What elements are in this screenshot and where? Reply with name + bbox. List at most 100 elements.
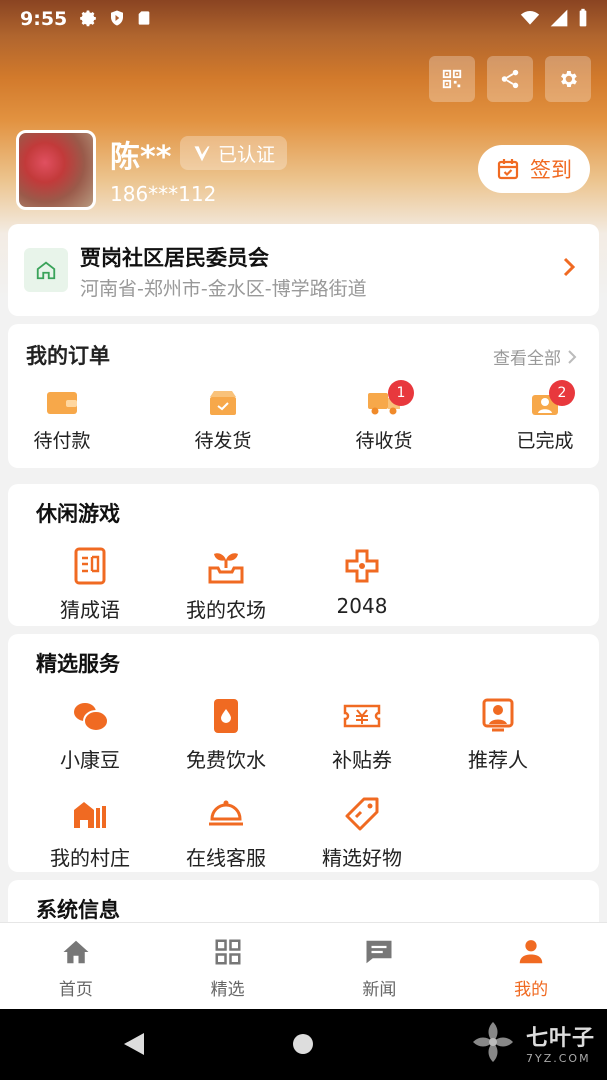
games-card: 休闲游戏 猜成语 我的农场 2048: [8, 484, 599, 626]
idiom-book-icon: [74, 547, 106, 585]
signin-button[interactable]: 签到: [478, 145, 590, 193]
signin-label: 签到: [530, 158, 572, 182]
community-address: 河南省-郑州市-金水区-博学路街道: [80, 278, 367, 300]
view-all-orders-link[interactable]: 查看全部: [493, 344, 577, 369]
service-beans[interactable]: 小康豆: [22, 696, 158, 773]
system-info-title: 系统信息: [36, 898, 120, 922]
game-label: 猜成语: [60, 598, 120, 622]
services-card: 精选服务 小康豆 免费饮水 补贴券 推荐人 我的村庄 在线客服 精选好物: [8, 634, 599, 872]
qrcode-icon: [442, 69, 462, 89]
grid-icon: [215, 939, 241, 965]
user-phone: 186***112: [110, 182, 217, 206]
watermark-brand: 七叶子: [525, 1025, 595, 1051]
order-label: 待发货: [194, 430, 252, 452]
share-button[interactable]: [487, 56, 533, 102]
nav-home[interactable]: 首页: [0, 923, 152, 1009]
order-label: 已完成: [516, 430, 574, 452]
gamepad-icon: [345, 549, 379, 583]
package-icon: [210, 391, 236, 415]
watermark-logo-icon: [472, 1022, 513, 1062]
service-water[interactable]: 免费饮水: [158, 696, 294, 773]
order-badge: 1: [388, 380, 414, 406]
battery-icon: [579, 8, 587, 27]
order-label: 待付款: [33, 430, 91, 452]
game-label: 我的农场: [186, 598, 266, 622]
nav-news[interactable]: 新闻: [304, 923, 456, 1009]
order-pending-receipt[interactable]: 1 待收货: [324, 380, 444, 453]
avatar[interactable]: [16, 130, 96, 210]
person-icon: [519, 940, 543, 964]
service-bell-icon: [209, 800, 243, 826]
gear-icon: [561, 71, 577, 87]
status-bar: 9:55: [0, 0, 607, 36]
bottom-nav: 首页 精选 新闻 我的: [0, 922, 607, 1009]
service-village[interactable]: 我的村庄: [22, 794, 158, 871]
nav-featured[interactable]: 精选: [152, 923, 304, 1009]
game-idiom[interactable]: 猜成语: [22, 546, 158, 623]
sprout-icon: [208, 553, 244, 584]
shield-status-icon: [111, 10, 123, 26]
game-farm[interactable]: 我的农场: [158, 546, 294, 623]
service-label: 小康豆: [60, 748, 120, 772]
order-badge: 2: [549, 380, 575, 406]
service-coupon[interactable]: 补贴券: [294, 696, 430, 773]
chevron-right-icon: [563, 257, 576, 277]
game-label: 2048: [336, 594, 388, 618]
order-pending-shipment[interactable]: 待发货: [163, 388, 283, 453]
beans-icon: [74, 703, 109, 732]
system-nav-bar: 七叶子 7YZ.COM: [0, 1009, 607, 1080]
service-featured-goods[interactable]: 精选好物: [294, 794, 430, 871]
service-label: 在线客服: [186, 846, 266, 870]
wifi-icon: [520, 11, 540, 25]
service-customer-support[interactable]: 在线客服: [158, 794, 294, 871]
share-icon: [501, 69, 519, 89]
watermark: 七叶子 7YZ.COM: [468, 1017, 595, 1067]
orders-card: 我的订单 查看全部 待付款 待发货 1 待收货 2 已完成: [8, 324, 599, 468]
verified-check-icon: [194, 146, 210, 162]
coupon-icon: [343, 704, 381, 728]
service-label: 精选好物: [322, 846, 402, 870]
back-nav-icon[interactable]: [122, 1031, 146, 1057]
header-actions: [429, 56, 591, 102]
news-icon: [366, 940, 392, 964]
home-icon: [63, 940, 89, 964]
order-completed[interactable]: 2 已完成: [485, 380, 605, 453]
settings-button[interactable]: [545, 56, 591, 102]
qrcode-button[interactable]: [429, 56, 475, 102]
user-name: 陈**: [110, 140, 172, 175]
game-2048[interactable]: 2048: [294, 546, 430, 618]
services-title: 精选服务: [36, 652, 120, 676]
home-nav-icon[interactable]: [292, 1033, 314, 1055]
view-all-label: 查看全部: [493, 349, 561, 369]
watermark-domain: 7YZ.COM: [525, 1051, 591, 1065]
tag-icon: [345, 797, 379, 831]
signal-icon: [550, 9, 568, 27]
community-home-icon: [24, 248, 68, 292]
sd-card-icon: [138, 11, 150, 25]
wallet-icon: [47, 392, 77, 414]
nav-label: 首页: [58, 980, 93, 1000]
community-name: 贾岗社区居民委员会: [80, 246, 269, 270]
games-title: 休闲游戏: [36, 502, 120, 526]
nav-mine[interactable]: 我的: [455, 923, 607, 1009]
referrer-icon: [482, 698, 514, 732]
nav-label: 精选: [210, 980, 245, 1000]
verified-label: 已认证: [218, 143, 276, 166]
calendar-check-icon: [497, 159, 519, 180]
order-pending-payment[interactable]: 待付款: [2, 388, 122, 453]
community-card[interactable]: 贾岗社区居民委员会 河南省-郑州市-金水区-博学路街道: [8, 224, 599, 316]
service-referrer[interactable]: 推荐人: [430, 696, 566, 773]
order-label: 待收货: [355, 430, 413, 452]
status-time: 9:55: [20, 8, 68, 30]
service-label: 补贴券: [332, 748, 392, 772]
settings-status-icon: [80, 10, 96, 27]
service-label: 我的村庄: [50, 846, 130, 870]
village-icon: [74, 802, 106, 828]
service-label: 推荐人: [468, 748, 528, 772]
service-label: 免费饮水: [186, 748, 266, 772]
water-icon: [214, 699, 238, 733]
nav-label: 我的: [514, 980, 549, 1000]
nav-label: 新闻: [362, 980, 397, 1000]
verified-badge: 已认证: [180, 136, 288, 170]
orders-title: 我的订单: [26, 344, 110, 368]
